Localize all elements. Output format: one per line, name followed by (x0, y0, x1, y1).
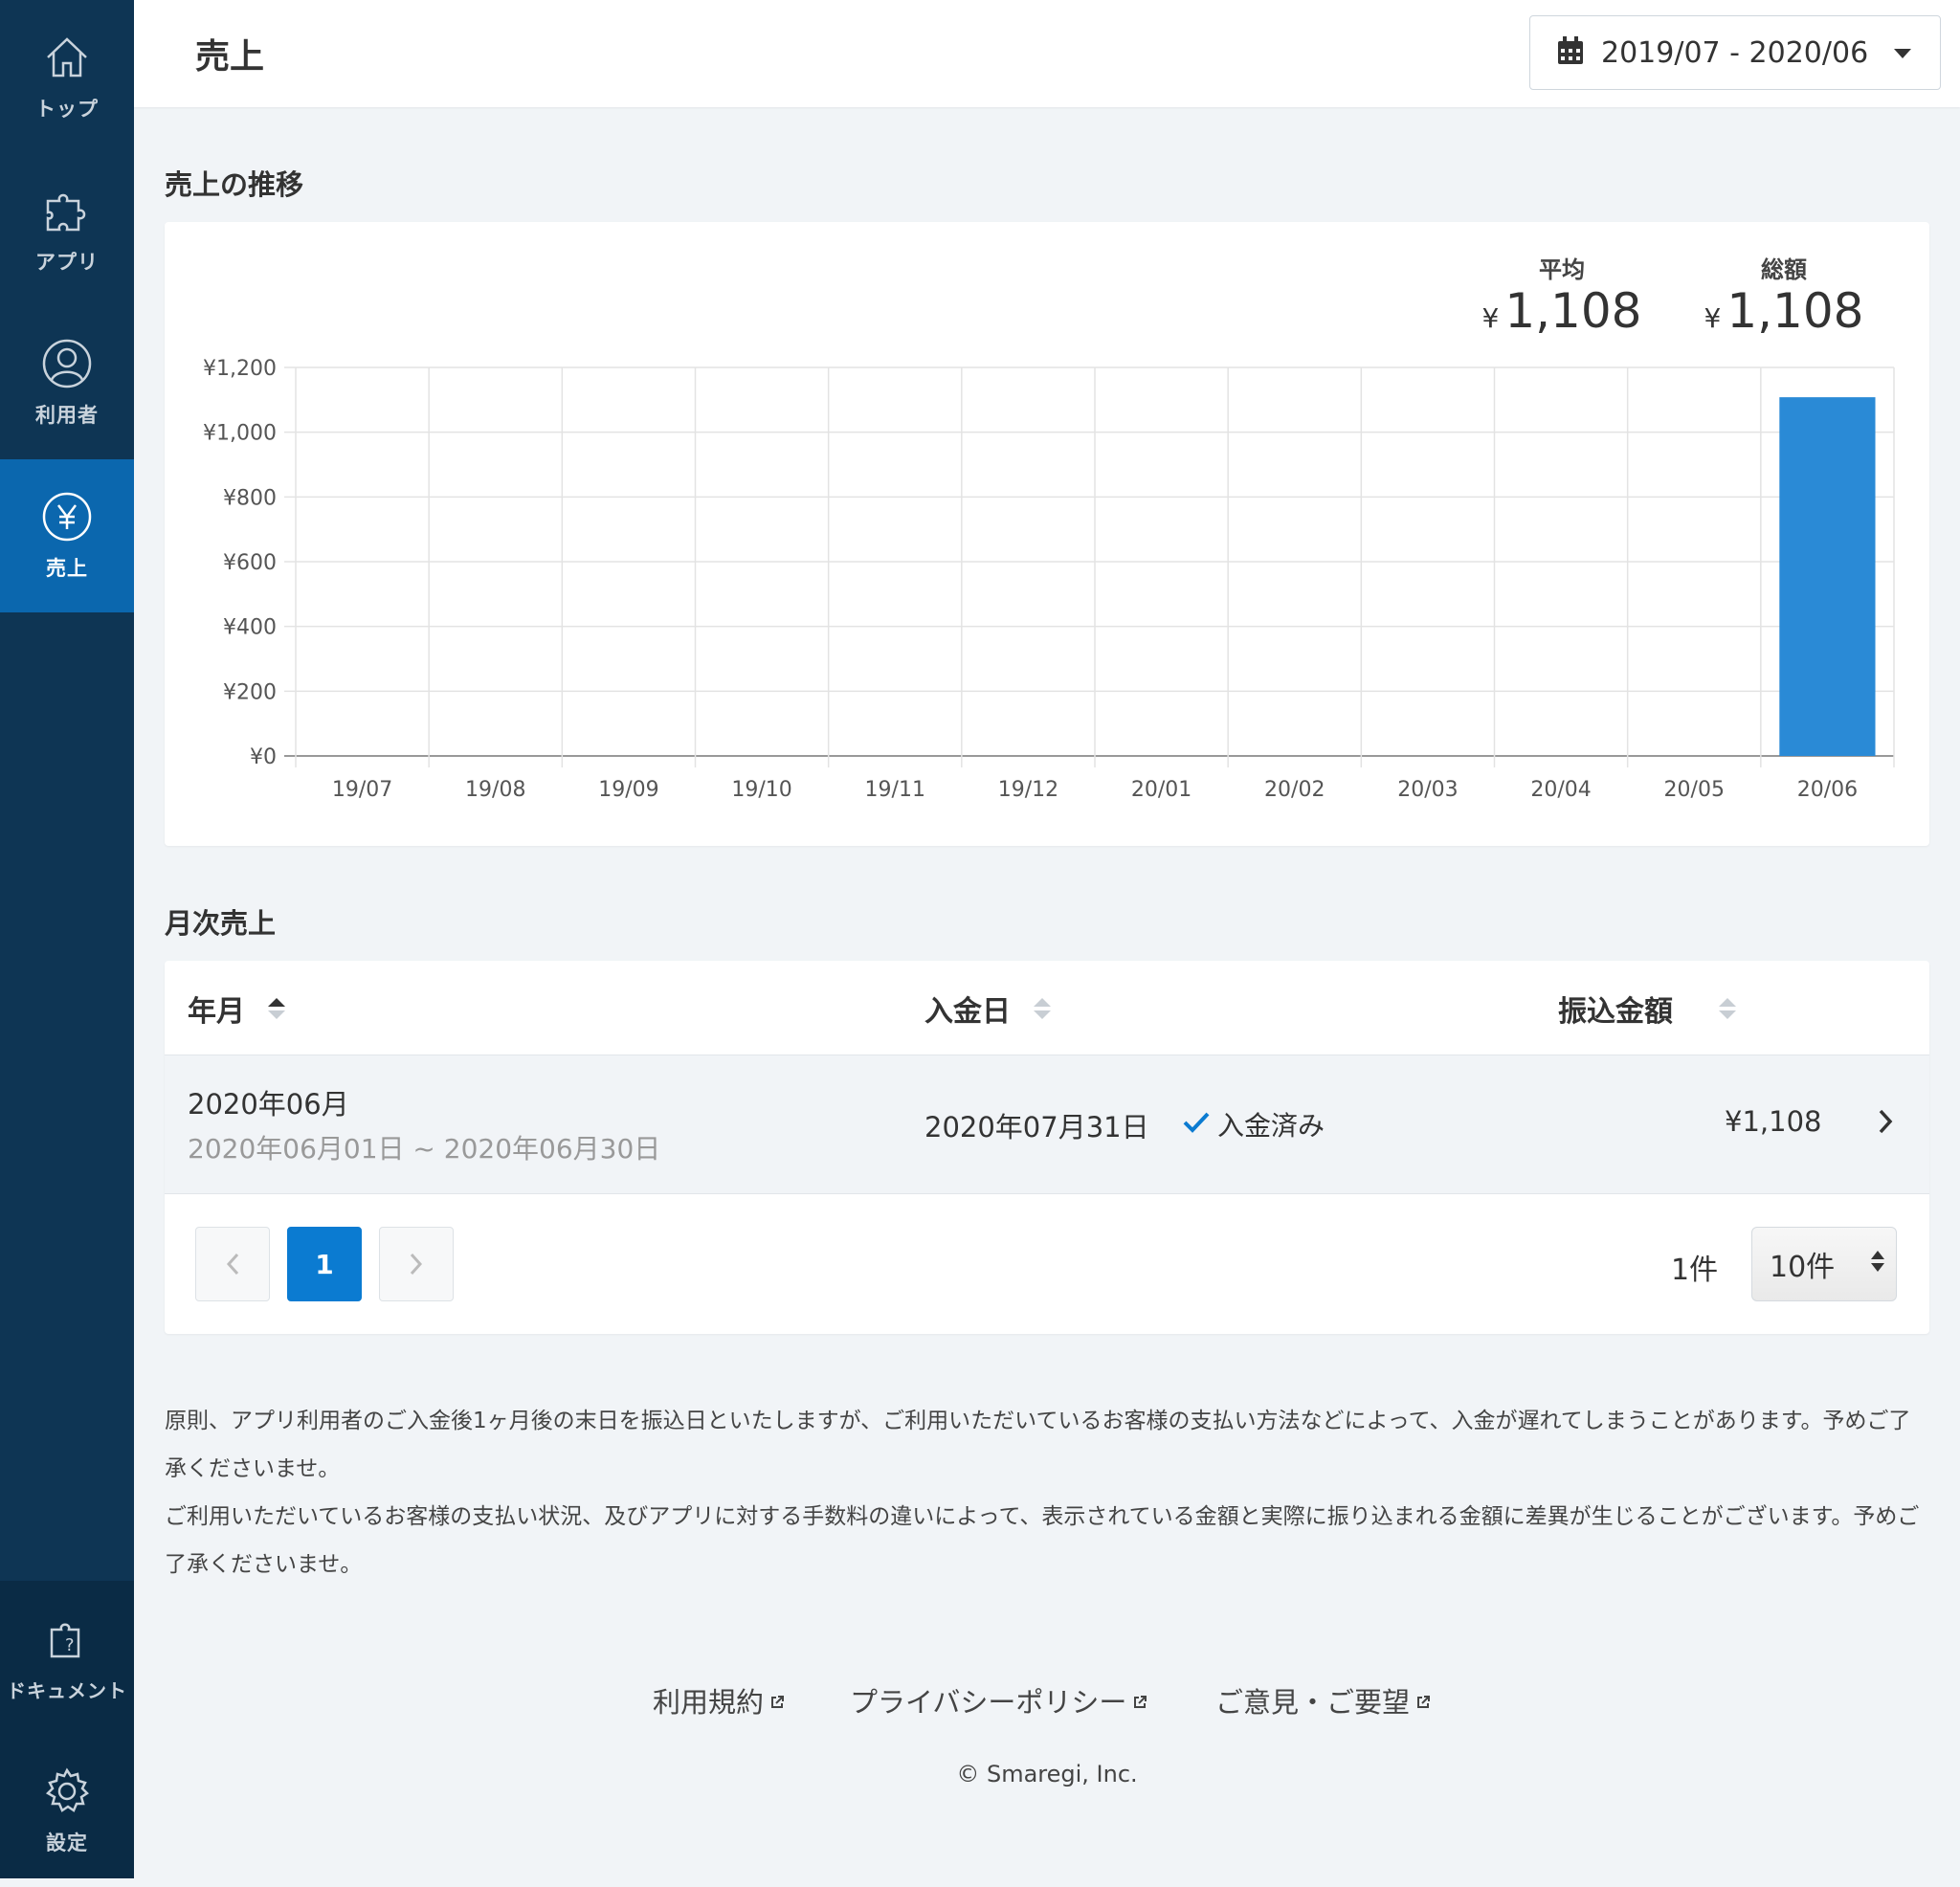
chevron-down-icon (1894, 49, 1911, 58)
row-deposit-date: 2020年07月31日 (924, 1111, 1149, 1143)
row-month: 2020年06月 (188, 1088, 349, 1121)
column-header-label: 年月 (188, 995, 245, 1029)
x-tick-label: 20/06 (1797, 778, 1858, 802)
status-text: 入金済み (1217, 1110, 1325, 1142)
chevron-left-icon (226, 1253, 239, 1276)
table-row[interactable]: 2020年06月 2020年06月01日 ~ 2020年06月30日 2020年… (165, 1054, 1929, 1194)
y-tick-label: ¥800 (223, 486, 277, 510)
column-header-amount[interactable]: 振込金額 (1558, 988, 1736, 1030)
y-tick-label: ¥600 (223, 551, 277, 575)
sort-icon (268, 998, 285, 1019)
monthly-section-title: 月次売上 (165, 907, 277, 940)
external-link-icon (1132, 1684, 1147, 1717)
x-tick-label: 19/11 (865, 778, 925, 802)
sidebar-item-label: アプリ (35, 251, 99, 274)
sidebar-item-label: トップ (35, 98, 99, 121)
x-tick-label: 19/08 (465, 778, 525, 802)
row-amount: ¥1,108 (1725, 1105, 1822, 1138)
pagination-prev-button[interactable] (195, 1227, 270, 1301)
header: 売上 2019/07 - 2020/06 (134, 0, 1960, 107)
x-tick-label: 20/02 (1264, 778, 1325, 802)
sidebar-item-label: 設定 (46, 1832, 88, 1854)
y-tick-label: ¥400 (223, 616, 277, 640)
sidebar-item-apps[interactable]: アプリ (0, 153, 134, 306)
x-tick-label: 20/04 (1530, 778, 1591, 802)
yen-icon (40, 490, 94, 544)
record-count: 1件 (1671, 1254, 1719, 1287)
per-page-select[interactable]: 10件 (1751, 1227, 1897, 1301)
sales-bar-chart: ¥0 ¥200 ¥400 ¥600 ¥800 ¥1,000 ¥1,200 19/07 19/08… (203, 357, 1895, 802)
select-arrows-icon (1871, 1251, 1884, 1272)
sort-icon (1719, 998, 1736, 1019)
y-tick-label: ¥1,200 (203, 357, 277, 381)
document-help-icon: ? (40, 1612, 94, 1666)
footer-link-label: プライバシーポリシー (850, 1686, 1127, 1719)
note-paragraph-2: ご利用いただいているお客様の支払い状況、及びアプリに対する手数料の違いによって、… (165, 1504, 1920, 1577)
puzzle-icon (40, 184, 94, 237)
column-header-label: 入金日 (924, 995, 1011, 1029)
chevron-right-icon (410, 1253, 423, 1276)
svg-text:?: ? (65, 1635, 75, 1655)
x-tick-label: 19/09 (598, 778, 658, 802)
sidebar-item-settings[interactable]: 設定 (0, 1734, 134, 1887)
chart-section-title: 売上の推移 (165, 168, 304, 201)
sidebar-item-sales[interactable]: 売上 (0, 459, 134, 612)
chevron-right-icon (1878, 1109, 1893, 1138)
x-tick-label: 19/07 (332, 778, 392, 802)
sidebar-bottom: ? ドキュメント 設定 (0, 1581, 134, 1878)
column-header-deposit-date[interactable]: 入金日 (924, 988, 1051, 1030)
y-tick-label: ¥0 (250, 745, 277, 769)
deposit-status: 入金済み (1183, 1105, 1325, 1143)
copyright: © Smaregi, Inc. (956, 1761, 1138, 1787)
sidebar-item-top[interactable]: トップ (0, 0, 134, 153)
sidebar-item-label: 利用者 (35, 404, 99, 427)
chart-card: 平均 ¥1,108 総額 ¥1,108 ¥0 ¥200 ¥400 ¥600 ¥800 ¥1… (165, 222, 1929, 846)
sidebar-item-documents[interactable]: ? ドキュメント (0, 1581, 134, 1734)
y-tick-label: ¥200 (223, 680, 277, 704)
row-period: 2020年06月01日 ~ 2020年06月30日 (188, 1133, 661, 1165)
pagination-page-1[interactable]: 1 (287, 1227, 362, 1301)
external-link-icon (769, 1684, 785, 1717)
date-range-select[interactable]: 2019/07 - 2020/06 (1529, 15, 1941, 90)
y-tick-label: ¥1,000 (203, 422, 277, 446)
chart-bar (1779, 397, 1876, 756)
external-link-icon (1415, 1684, 1431, 1717)
calendar-icon (1557, 36, 1584, 69)
column-header-month[interactable]: 年月 (188, 988, 285, 1030)
user-icon (40, 337, 94, 390)
x-tick-label: 20/01 (1131, 778, 1192, 802)
x-tick-label: 20/03 (1397, 778, 1458, 802)
sort-icon (1034, 998, 1051, 1019)
per-page-value: 10件 (1770, 1251, 1836, 1284)
footer-link-label: ご意見・ご要望 (1215, 1686, 1411, 1719)
sidebar-item-label: ドキュメント (7, 1678, 127, 1702)
footer-link-terms[interactable]: 利用規約 (653, 1680, 785, 1720)
note-paragraph-1: 原則、アプリ利用者のご入金後1ヶ月後の末日を振込日といたしますが、ご利用いただい… (165, 1409, 1911, 1481)
page-title: 売上 (195, 37, 265, 77)
x-tick-label: 19/12 (998, 778, 1058, 802)
date-range-value: 2019/07 - 2020/06 (1601, 35, 1869, 70)
check-icon (1183, 1111, 1210, 1138)
column-header-label: 振込金額 (1558, 995, 1673, 1029)
sidebar-item-label: 売上 (46, 557, 88, 580)
sidebar-item-users[interactable]: 利用者 (0, 306, 134, 459)
footer-link-label: 利用規約 (653, 1686, 765, 1719)
footer-link-feedback[interactable]: ご意見・ご要望 (1215, 1680, 1431, 1720)
x-tick-label: 20/05 (1664, 778, 1725, 802)
x-tick-label: 19/10 (731, 778, 791, 802)
home-icon (40, 31, 94, 84)
pagination-next-button[interactable] (379, 1227, 454, 1301)
footer-link-privacy[interactable]: プライバシーポリシー (850, 1680, 1147, 1720)
